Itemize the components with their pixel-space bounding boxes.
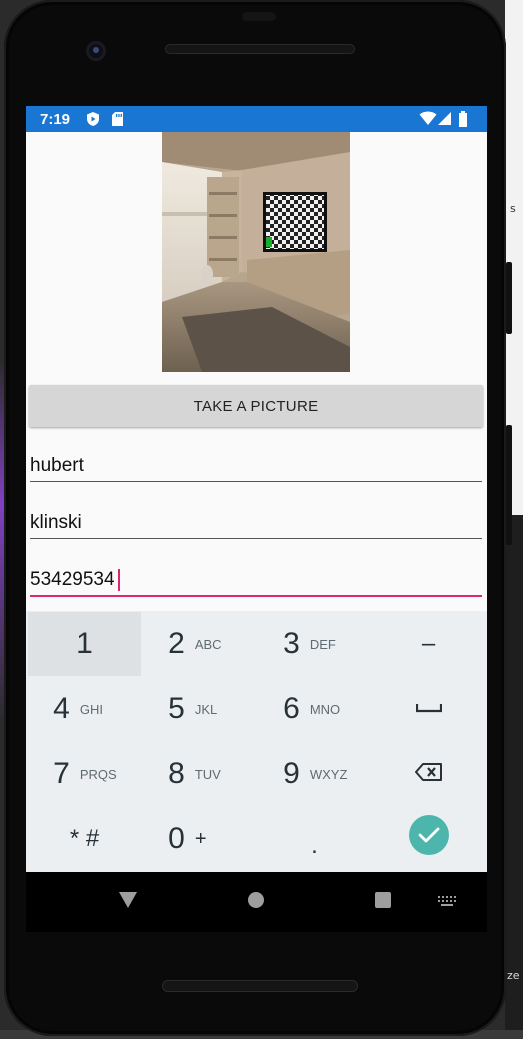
space-icon	[415, 700, 442, 718]
bottom-speaker	[162, 980, 358, 992]
text-caret	[118, 569, 120, 591]
top-sensor	[242, 12, 276, 21]
key-2[interactable]: 2 ABC	[143, 612, 256, 676]
keyboard-switch-icon[interactable]	[437, 894, 457, 912]
take-picture-button[interactable]: TAKE A PICTURE	[29, 385, 483, 427]
numeric-keypad: 1 2 ABC 3 DEF – 4 GHI 5 JKL 6 MNO 7 PRQS…	[26, 611, 487, 872]
recents-square-icon[interactable]	[374, 891, 392, 914]
status-time: 7:19	[40, 111, 71, 128]
volume-button[interactable]	[506, 425, 512, 545]
back-triangle-icon[interactable]	[118, 891, 138, 914]
key-period[interactable]: .	[258, 807, 371, 871]
key-3[interactable]: 3 DEF	[258, 612, 371, 676]
captured-photo	[162, 132, 350, 372]
last-name-field[interactable]	[30, 508, 482, 539]
key-8[interactable]: 8 TUV	[143, 742, 256, 806]
key-7[interactable]: 7 PRQS	[28, 742, 141, 806]
status-bar: 7:19	[26, 106, 487, 132]
home-circle-icon[interactable]	[247, 891, 265, 914]
checkmark-icon	[408, 815, 449, 855]
key-star-hash[interactable]: * #	[28, 807, 141, 871]
backspace-icon	[414, 762, 444, 787]
navigation-bar	[26, 872, 487, 932]
phone-field[interactable]	[30, 565, 482, 597]
front-camera-icon	[86, 41, 106, 61]
key-1[interactable]: 1	[28, 612, 141, 676]
key-minus[interactable]: –	[372, 612, 485, 676]
earpiece-speaker	[165, 44, 355, 54]
power-button[interactable]	[506, 262, 512, 334]
key-0[interactable]: 0 +	[143, 807, 256, 871]
first-name-field[interactable]	[30, 451, 482, 482]
wifi-icon	[419, 111, 437, 131]
battery-icon	[458, 111, 468, 132]
key-5[interactable]: 5 JKL	[143, 677, 256, 741]
play-protect-icon	[85, 111, 101, 132]
desktop-background-dark	[505, 515, 523, 1039]
app-screen: 7:19 TAKE A PICTURE hubert klinski 53429…	[26, 106, 487, 932]
key-done[interactable]	[372, 803, 485, 867]
sd-card-icon	[111, 111, 124, 132]
desktop-edge-text-bottom: ze	[507, 969, 520, 982]
key-9[interactable]: 9 WXYZ	[258, 742, 371, 806]
desktop-edge-text-top: s	[510, 202, 516, 215]
key-6[interactable]: 6 MNO	[258, 677, 371, 741]
key-backspace[interactable]	[372, 742, 485, 806]
signal-icon	[438, 111, 452, 131]
key-space[interactable]	[372, 677, 485, 741]
key-4[interactable]: 4 GHI	[28, 677, 141, 741]
